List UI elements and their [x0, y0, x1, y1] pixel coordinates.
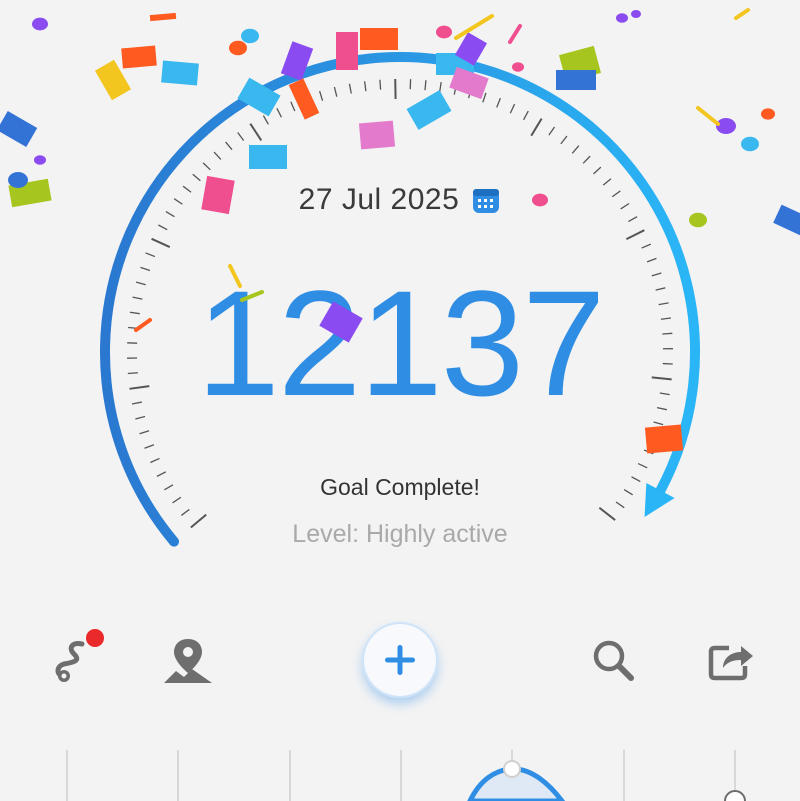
- share-icon: [708, 645, 753, 681]
- gauge-tick: [560, 135, 568, 145]
- gauge-tick: [348, 83, 352, 94]
- map-pin-icon: [164, 639, 212, 683]
- gauge-tick: [237, 132, 245, 141]
- gauge-tick: [482, 92, 487, 103]
- activity-level: Level: Highly active: [292, 520, 508, 548]
- chart-gridlines: [66, 750, 736, 801]
- map-button[interactable]: [160, 632, 216, 688]
- add-button[interactable]: [362, 622, 438, 698]
- goal-status: Goal Complete!: [320, 474, 480, 500]
- gauge-tick: [139, 430, 150, 435]
- gauge-tick: [467, 88, 472, 99]
- gauge-tick: [530, 118, 543, 137]
- search-icon: [593, 640, 634, 681]
- gauge-tick: [571, 145, 580, 154]
- gauge-tick: [643, 449, 654, 455]
- gauge-tick: [150, 457, 160, 464]
- gauge-tick: [615, 501, 625, 509]
- gauge-tick: [144, 444, 155, 449]
- gauge-tick: [509, 103, 516, 114]
- gauge-tick: [646, 257, 657, 263]
- gauge-tick: [249, 123, 263, 141]
- gauge-tick: [522, 110, 529, 121]
- date-label: 27 Jul 2025: [298, 183, 460, 216]
- gauge-tick: [290, 101, 296, 112]
- gauge-tick: [333, 86, 338, 97]
- gauge-tick: [625, 229, 645, 241]
- gauge-tick: [276, 108, 282, 118]
- gauge-tick: [548, 126, 556, 136]
- activity-chart-strip: [66, 750, 746, 801]
- search-button[interactable]: [585, 632, 641, 688]
- date-row: 27 Jul 2025: [0, 180, 800, 220]
- gauge-tick: [598, 506, 616, 521]
- calendar-icon[interactable]: [471, 185, 501, 215]
- gauge-tick: [424, 80, 427, 91]
- gauge-tick: [180, 508, 190, 516]
- chart-point[interactable]: [724, 790, 746, 801]
- step-count: 12137: [196, 259, 605, 427]
- gauge-tick: [648, 435, 659, 440]
- gauge-tick: [439, 82, 442, 93]
- gauge-tick: [213, 151, 222, 160]
- gauge-tick: [637, 462, 648, 469]
- share-button[interactable]: [702, 632, 758, 688]
- gauge-tick: [145, 252, 156, 258]
- gauge-tick: [641, 243, 652, 249]
- plus-icon: [385, 645, 415, 675]
- gauge-tick: [225, 141, 233, 151]
- gauge-tick: [151, 237, 171, 248]
- chart-point[interactable]: [503, 760, 521, 778]
- gauge-tick: [304, 95, 310, 106]
- notification-dot: [86, 629, 104, 647]
- gauge-tick: [496, 97, 501, 108]
- gauge-tick: [202, 162, 211, 171]
- gauge-tick: [318, 90, 324, 101]
- gauge-tick: [593, 166, 602, 175]
- gauge-tick: [363, 81, 367, 92]
- gauge-tick: [158, 224, 168, 231]
- gauge-tick: [582, 155, 591, 164]
- gauge-tick: [453, 84, 457, 95]
- gauge-tick: [653, 421, 664, 426]
- gauge-tick: [379, 79, 382, 90]
- gauge-tick: [262, 115, 269, 125]
